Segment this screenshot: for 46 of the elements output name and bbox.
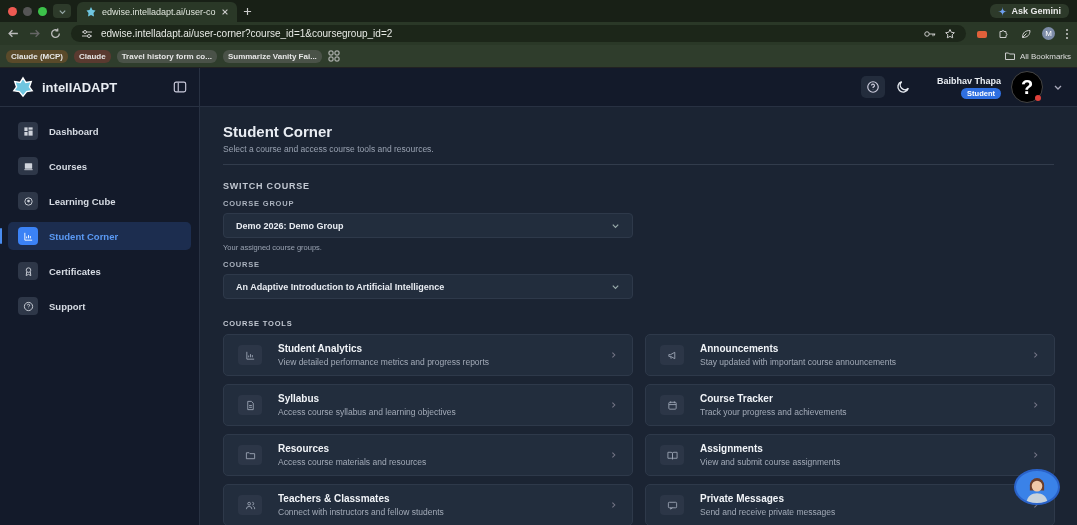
tool-card[interactable]: Syllabus Access course syllabus and learning objectives — [223, 384, 633, 426]
card-description: View detailed performance metrics and progress reports — [278, 357, 491, 367]
card-description: View and submit course assignments — [700, 457, 842, 467]
card-title: Private Messages — [700, 493, 785, 504]
page-title: Student Corner — [223, 123, 334, 140]
card-description: Send and receive private messages — [700, 507, 837, 517]
page-subtitle: Select a course and access course tools and resources. — [223, 144, 435, 154]
tool-card[interactable]: Course Tracker Track your progress and achievements — [645, 384, 1055, 426]
sidebar-item[interactable]: Certificates — [8, 257, 191, 285]
bookmark[interactable]: Claude — [74, 49, 111, 63]
bookmark[interactable]: Travel history form co... — [116, 49, 217, 63]
course-dropdown[interactable]: An Adaptive Introduction to Artificial Intelligence — [223, 274, 633, 299]
card-description: Track your progress and achievements — [700, 407, 848, 417]
user-avatar[interactable]: ? — [1011, 71, 1043, 103]
address-bar[interactable]: edwise.intelladapt.ai/user-corner?course_id=1&coursegroup_id=2 — [71, 25, 966, 42]
browser-tab[interactable]: edwise.intelladapt.ai/user-co — [77, 2, 237, 22]
tab-title: edwise.intelladapt.ai/user-co — [102, 7, 216, 17]
bookmark[interactable]: Claude (MCP) — [6, 49, 68, 63]
sidebar-item[interactable]: Learning Cube — [8, 187, 191, 215]
card-title: Resources — [278, 443, 331, 454]
ask-gemini-button[interactable]: Ask Gemini — [990, 4, 1069, 18]
tool-card[interactable]: Resources Access course materials and resources — [223, 434, 633, 476]
tool-card[interactable]: Teachers & Classmates Connect with instructors and fellow students — [223, 484, 633, 525]
sidebar-item[interactable]: Support — [8, 292, 191, 320]
card-title: Teachers & Classmates — [278, 493, 391, 504]
card-description: Stay updated with important course announcements — [700, 357, 898, 367]
user-name: Baibhav Thapa — [937, 75, 1001, 86]
sidebar-item[interactable]: Courses — [8, 152, 191, 180]
tool-card[interactable]: Private Messages Send and receive private messages — [645, 484, 1055, 525]
all-bookmarks-button[interactable]: All Bookmarks — [1003, 50, 1071, 62]
tool-card[interactable]: Assignments View and submit course assignments — [645, 434, 1055, 476]
tool-card[interactable]: Student Analytics View detailed performance metrics and progress reports — [223, 334, 633, 376]
card-title: Assignments — [700, 443, 764, 454]
card-description: Access course materials and resources — [278, 457, 428, 467]
card-title: Syllabus — [278, 393, 321, 404]
section-heading: SWITCH COURSE — [223, 181, 311, 191]
course-group-dropdown[interactable]: Demo 2026: Demo Group — [223, 213, 633, 238]
tool-card[interactable]: Announcements Stay updated with important course announcements — [645, 334, 1055, 376]
card-title: Course Tracker — [700, 393, 774, 404]
brand-name: intellADAPT — [42, 79, 119, 95]
sidebar-item[interactable]: Dashboard — [8, 117, 191, 145]
card-description: Access course syllabus and learning objectives — [278, 407, 457, 417]
card-title: Announcements — [700, 343, 780, 354]
bookmark[interactable]: Summarize Vanity Fai... — [222, 49, 322, 63]
card-title: Student Analytics — [278, 343, 364, 354]
card-description: Connect with instructors and fellow students — [278, 507, 445, 517]
